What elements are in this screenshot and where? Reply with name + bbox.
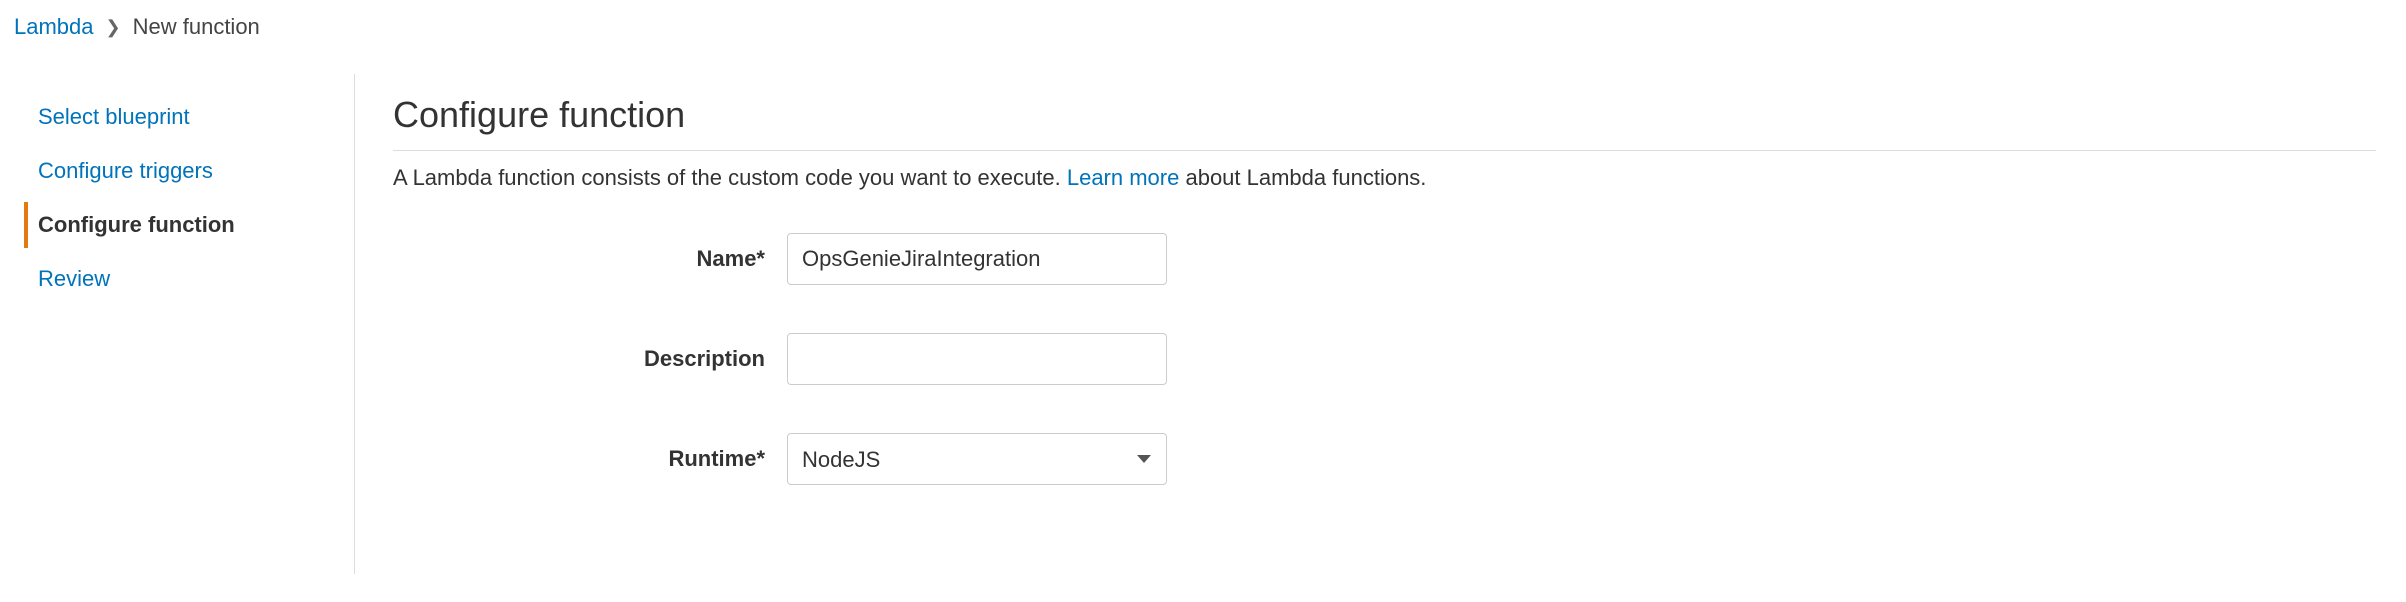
- runtime-select[interactable]: NodeJS: [787, 433, 1167, 485]
- page-description: A Lambda function consists of the custom…: [393, 165, 2376, 191]
- breadcrumb: Lambda ❯ New function: [0, 0, 2406, 50]
- main-content: Configure function A Lambda function con…: [355, 74, 2406, 574]
- learn-more-link[interactable]: Learn more: [1067, 165, 1180, 190]
- main-container: Select blueprint Configure triggers Conf…: [0, 74, 2406, 574]
- description-input[interactable]: [787, 333, 1167, 385]
- sidebar-item-configure-triggers[interactable]: Configure triggers: [24, 148, 354, 194]
- description-label: Description: [393, 346, 787, 372]
- form-row-name: Name*: [393, 233, 2376, 285]
- description-control: [787, 333, 1167, 385]
- sidebar-item-configure-function[interactable]: Configure function: [24, 202, 354, 248]
- description-pre: A Lambda function consists of the custom…: [393, 165, 1067, 190]
- title-divider: [393, 150, 2376, 151]
- page-title: Configure function: [393, 94, 2376, 136]
- form-row-description: Description: [393, 333, 2376, 385]
- chevron-right-icon: ❯: [106, 17, 121, 38]
- runtime-control: NodeJS: [787, 433, 1167, 485]
- name-label: Name*: [393, 246, 787, 272]
- breadcrumb-current: New function: [133, 14, 260, 40]
- sidebar-item-review[interactable]: Review: [24, 256, 354, 302]
- sidebar-item-select-blueprint[interactable]: Select blueprint: [24, 94, 354, 140]
- breadcrumb-root-link[interactable]: Lambda: [14, 14, 94, 40]
- runtime-select-wrapper: NodeJS: [787, 433, 1167, 485]
- name-control: [787, 233, 1167, 285]
- name-input[interactable]: [787, 233, 1167, 285]
- description-post: about Lambda functions.: [1179, 165, 1426, 190]
- form-row-runtime: Runtime* NodeJS: [393, 433, 2376, 485]
- sidebar: Select blueprint Configure triggers Conf…: [0, 74, 355, 574]
- runtime-label: Runtime*: [393, 446, 787, 472]
